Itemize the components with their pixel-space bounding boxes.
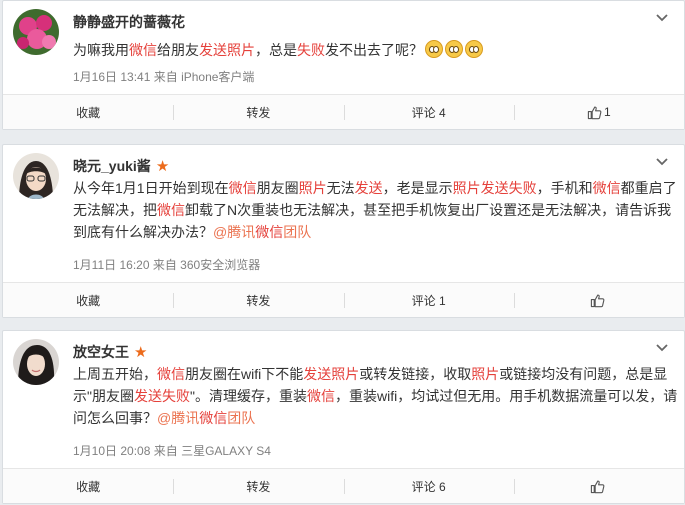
keyword-highlight: 失败 xyxy=(297,42,325,58)
post-text-segment: 朋友圈 xyxy=(256,180,299,196)
post-text-segment: 无法 xyxy=(326,180,355,196)
source-label: 来自 iPhone客户端 xyxy=(153,70,255,84)
repost-label: 转发 xyxy=(246,105,271,120)
keyword-highlight: 微信 xyxy=(592,180,621,196)
username-label[interactable]: 静静盛开的蔷薇花 xyxy=(73,12,185,32)
post-text-segment: 给朋友 xyxy=(157,42,199,58)
comment-label: 评论 1 xyxy=(411,293,446,308)
post-text-segment: ，老是显示 xyxy=(382,180,453,196)
action-bar: 收藏 转发 评论 1 xyxy=(3,282,684,317)
keyword-highlight: 发送照片 xyxy=(199,42,255,58)
keyword-highlight: 微信 xyxy=(157,202,185,218)
repost-label: 转发 xyxy=(246,293,271,308)
chevron-down-icon[interactable] xyxy=(654,341,670,355)
repost-button[interactable]: 转发 xyxy=(173,283,343,317)
post-text-segment: "。清理缓存，重装 xyxy=(189,388,307,404)
awkward-face-emoji-icon xyxy=(465,40,483,58)
comment-label: 评论 6 xyxy=(411,479,446,494)
post-meta: 1月10日 20:08 来自 三星GALAXY S4 xyxy=(73,442,271,459)
post-text: 为嘛我用微信给朋友发送照片，总是失败发不出去了呢？ xyxy=(73,39,679,61)
mention-link[interactable]: @腾讯 xyxy=(157,410,199,426)
collect-label: 收藏 xyxy=(76,293,101,308)
weibo-post-card: 晓元_yuki酱 ★ 从今年1月1日开始到现在微信朋友圈照片无法发送，老是显示照… xyxy=(2,144,685,318)
keyword-highlight: 照片发送失败 xyxy=(452,180,537,196)
keyword-highlight: 发送失败 xyxy=(133,388,190,404)
comment-button[interactable]: 评论 6 xyxy=(343,469,514,503)
username[interactable]: 放空女王 ★ xyxy=(73,342,147,362)
username[interactable]: 静静盛开的蔷薇花 xyxy=(73,12,185,32)
timestamp-link[interactable]: 1月11日 16:20 xyxy=(73,258,150,272)
repost-label: 转发 xyxy=(246,479,271,494)
source-label: 来自 360安全浏览器 xyxy=(152,258,261,272)
source-label: 来自 三星GALAXY S4 xyxy=(153,444,271,458)
collect-label: 收藏 xyxy=(76,105,101,120)
collect-button[interactable]: 收藏 xyxy=(3,469,173,503)
keyword-highlight: 微信 xyxy=(228,180,257,196)
post-text-segment: 或转发链接，收取 xyxy=(359,366,472,382)
keyword-highlight: 微信 xyxy=(129,42,157,58)
weibo-post-card: 放空女王 ★ 上周五开始，微信朋友圈在wifi下不能发送照片或转发链接，收取照片… xyxy=(2,330,685,504)
chevron-down-icon[interactable] xyxy=(654,155,670,169)
post-text-segment: 上周五开始， xyxy=(73,366,157,382)
star-icon[interactable]: ★ xyxy=(156,159,169,174)
thumbs-up-icon xyxy=(591,480,605,493)
action-bar: 收藏 转发 评论 6 xyxy=(3,468,684,503)
post-text-segment: 从今年1月1日开始到现在 xyxy=(73,180,229,196)
keyword-highlight: 发送照片 xyxy=(303,366,360,382)
weibo-post-card: 静静盛开的蔷薇花 为嘛我用微信给朋友发送照片，总是失败发不出去了呢？ 1月16日… xyxy=(2,0,685,130)
comment-button[interactable]: 评论 1 xyxy=(343,283,514,317)
post-meta: 1月16日 13:41 来自 iPhone客户端 xyxy=(73,68,254,85)
username[interactable]: 晓元_yuki酱 ★ xyxy=(73,156,169,176)
post-text-segment: 为嘛我用 xyxy=(73,42,129,58)
post-text-segment: 朋友圈在wifi下不能 xyxy=(185,366,304,382)
timestamp-link[interactable]: 1月10日 20:08 xyxy=(73,444,150,458)
keyword-highlight: 照片 xyxy=(298,180,327,196)
mention-link[interactable]: @腾讯 xyxy=(213,224,255,240)
collect-button[interactable]: 收藏 xyxy=(3,283,173,317)
post-text: 从今年1月1日开始到现在微信朋友圈照片无法发送，老是显示照片发送失败，手机和微信… xyxy=(73,177,679,243)
mention-link[interactable]: 团队 xyxy=(227,410,255,426)
like-count: 1 xyxy=(604,105,611,119)
comment-label: 评论 4 xyxy=(411,105,446,120)
awkward-face-emoji-icon xyxy=(445,40,463,58)
repost-button[interactable]: 转发 xyxy=(173,469,343,503)
timestamp-link[interactable]: 1月16日 13:41 xyxy=(73,70,150,84)
collect-label: 收藏 xyxy=(76,479,101,494)
comment-button[interactable]: 评论 4 xyxy=(343,95,514,129)
avatar[interactable] xyxy=(13,339,59,385)
collect-button[interactable]: 收藏 xyxy=(3,95,173,129)
emoji-group xyxy=(425,40,485,58)
star-icon[interactable]: ★ xyxy=(134,345,147,360)
post-meta: 1月11日 16:20 来自 360安全浏览器 xyxy=(73,256,260,273)
avatar[interactable] xyxy=(13,153,59,199)
thumbs-up-icon xyxy=(591,294,605,307)
chevron-down-icon[interactable] xyxy=(654,11,670,25)
post-text: 上周五开始，微信朋友圈在wifi下不能发送照片或转发链接，收取照片或链接均没有问… xyxy=(73,363,679,429)
post-text-segment: 发不出去了呢？ xyxy=(325,42,423,58)
thumbs-up-icon xyxy=(587,106,602,119)
post-text-segment: ，总是 xyxy=(255,42,297,58)
keyword-highlight: 微信 xyxy=(157,366,185,382)
keyword-highlight: 发送 xyxy=(354,180,383,196)
username-label[interactable]: 放空女王 xyxy=(73,342,129,362)
action-bar: 收藏 转发 评论 4 1 xyxy=(3,94,684,129)
mention-link[interactable]: 团队 xyxy=(283,224,311,240)
keyword-highlight: 照片 xyxy=(471,366,500,382)
like-button[interactable]: 1 xyxy=(513,95,684,129)
repost-button[interactable]: 转发 xyxy=(173,95,343,129)
awkward-face-emoji-icon xyxy=(425,40,443,58)
username-label[interactable]: 晓元_yuki酱 xyxy=(73,156,151,176)
avatar[interactable] xyxy=(13,9,59,55)
like-button[interactable] xyxy=(513,283,684,317)
keyword-highlight: 微信 xyxy=(306,388,335,404)
keyword-highlight[interactable]: 微信 xyxy=(255,224,283,240)
like-button[interactable] xyxy=(513,469,684,503)
post-text-segment: ，手机和 xyxy=(536,180,593,196)
keyword-highlight[interactable]: 微信 xyxy=(199,410,227,426)
